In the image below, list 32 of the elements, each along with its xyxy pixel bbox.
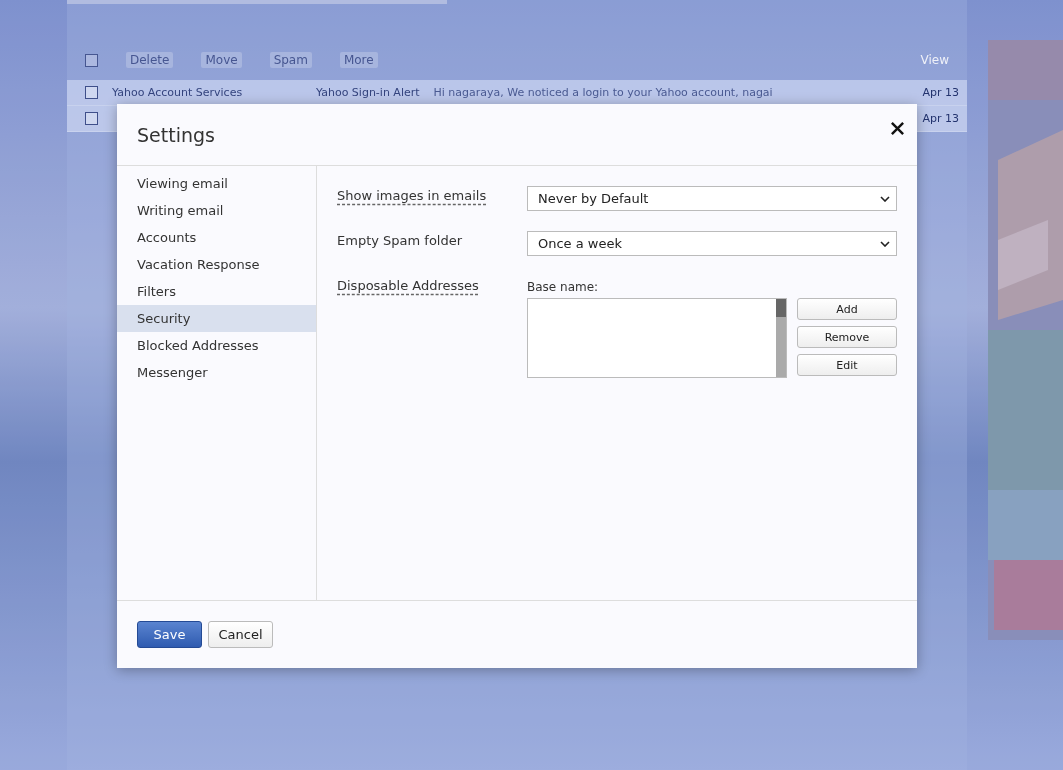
setting-label: Show images in emails (337, 187, 488, 203)
field-label: Base name: (527, 280, 600, 294)
dialog-title: Settings (137, 123, 215, 146)
checkbox[interactable] (85, 112, 98, 125)
message-date: Apr 13 (922, 86, 959, 99)
sidebar-item[interactable]: Filters (117, 278, 316, 305)
sidebar-item[interactable]: Security (117, 305, 316, 332)
chevron-icon (880, 240, 890, 247)
sidebar-item[interactable]: Writing email (117, 197, 316, 224)
sidebar-item[interactable]: Messenger (117, 359, 316, 386)
message-subject: Yahoo Sign-in Alert (316, 86, 420, 99)
sidebar-item[interactable]: Blocked Addresses (117, 332, 316, 359)
setting-label: Disposable Addresses (337, 277, 480, 293)
message-date: Apr 13 (922, 112, 959, 125)
list-button[interactable]: Remove (797, 326, 897, 348)
scrollbar[interactable] (776, 299, 786, 377)
dialog-button[interactable]: Cancel (208, 621, 273, 648)
close-icon[interactable] (890, 121, 905, 136)
address-list[interactable] (527, 298, 787, 378)
sidebar-item[interactable]: Vacation Response (117, 251, 316, 278)
list-button[interactable]: Edit (797, 354, 897, 376)
list-button[interactable]: Add (797, 298, 897, 320)
message-snippet: Hi nagaraya, We noticed a login to your Yahoo account, nagai (433, 86, 773, 99)
dropdown[interactable]: Never by Default (527, 186, 897, 211)
dropdown[interactable]: Once a week (527, 231, 897, 256)
setting-label: Empty Spam folder (337, 232, 464, 248)
sidebar-item[interactable]: Accounts (117, 224, 316, 251)
checkbox[interactable] (85, 86, 98, 99)
sidebar-item[interactable]: Viewing email (117, 170, 316, 197)
chevron-icon (880, 195, 890, 202)
dialog-button[interactable]: Save (137, 621, 202, 648)
message-sender: Yahoo Account Services (112, 86, 244, 99)
